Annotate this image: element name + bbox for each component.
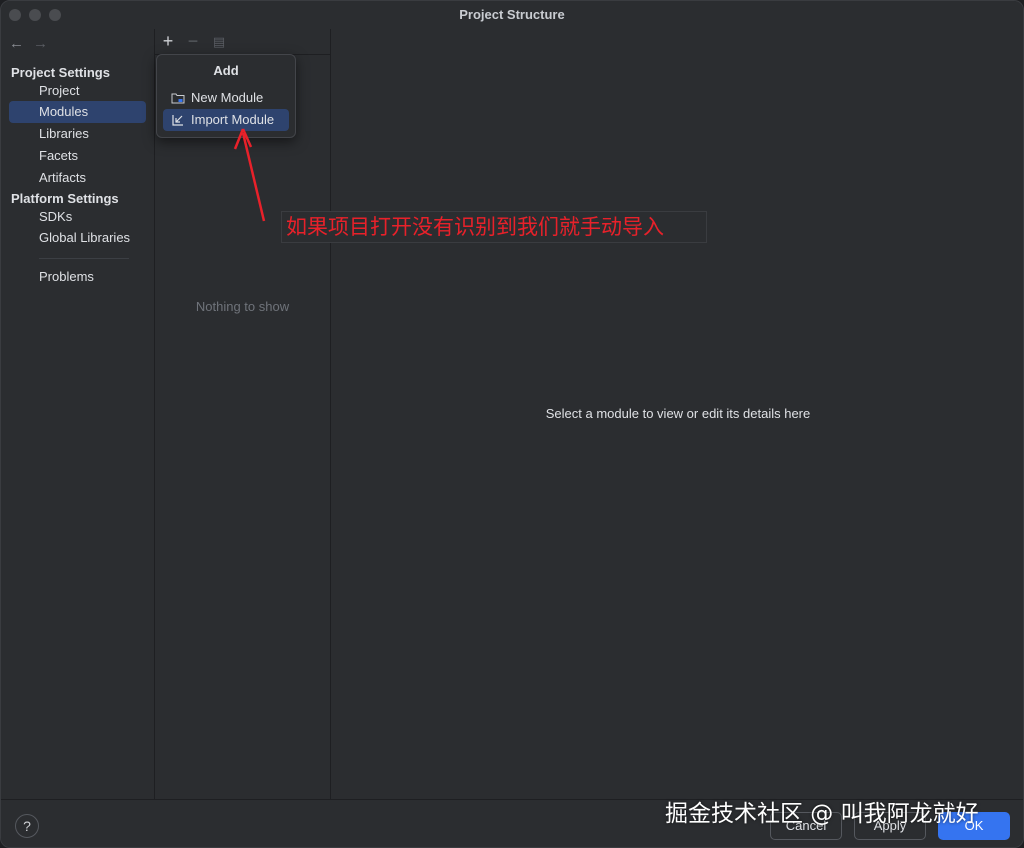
back-arrow-icon[interactable]: ←: [9, 35, 33, 52]
sidebar-item-global-libraries[interactable]: Global Libraries: [9, 227, 146, 249]
copy-icon[interactable]: ▤: [209, 34, 229, 50]
sidebar-item-project[interactable]: Project: [9, 80, 146, 102]
window-title: Project Structure: [459, 7, 565, 22]
title-bar: Project Structure: [1, 1, 1023, 29]
module-toolbar: + − ▤: [155, 29, 330, 55]
sidebar-item-facets[interactable]: Facets: [9, 145, 146, 167]
annotation-callout: 如果项目打开没有识别到我们就手动导入: [281, 211, 707, 243]
nav-arrows: ← →: [9, 35, 57, 52]
help-button[interactable]: ?: [15, 814, 39, 838]
watermark-text: 掘金技术社区 @ 叫我阿龙就好: [665, 801, 979, 827]
module-detail-pane: Select a module to view or edit its deta…: [331, 29, 1023, 799]
sidebar-item-sdks[interactable]: SDKs: [9, 206, 146, 228]
sidebar-item-libraries[interactable]: Libraries: [9, 123, 146, 145]
popup-title: Add: [213, 63, 239, 78]
import-arrow-icon: [172, 115, 183, 126]
menu-item-new-module[interactable]: New Module: [163, 87, 289, 109]
settings-sidebar: ← → Project Settings Project Modules Libr…: [1, 29, 154, 799]
sidebar-divider: [39, 258, 129, 259]
forward-arrow-icon[interactable]: →: [33, 35, 57, 52]
project-settings-header: Project Settings: [11, 65, 110, 80]
sidebar-item-modules[interactable]: Modules: [9, 101, 146, 123]
empty-list-text: Nothing to show: [195, 299, 290, 314]
sidebar-item-problems[interactable]: Problems: [9, 266, 146, 288]
sidebar-item-artifacts[interactable]: Artifacts: [9, 167, 146, 189]
plus-icon[interactable]: +: [158, 31, 178, 52]
platform-settings-header: Platform Settings: [11, 191, 119, 206]
detail-hint-text: Select a module to view or edit its deta…: [545, 406, 811, 421]
project-structure-window: Project Structure ← → Project Settings Pr…: [0, 0, 1024, 848]
folder-icon: [171, 93, 185, 104]
minus-icon[interactable]: −: [183, 31, 203, 52]
menu-item-label: New Module: [191, 90, 264, 105]
